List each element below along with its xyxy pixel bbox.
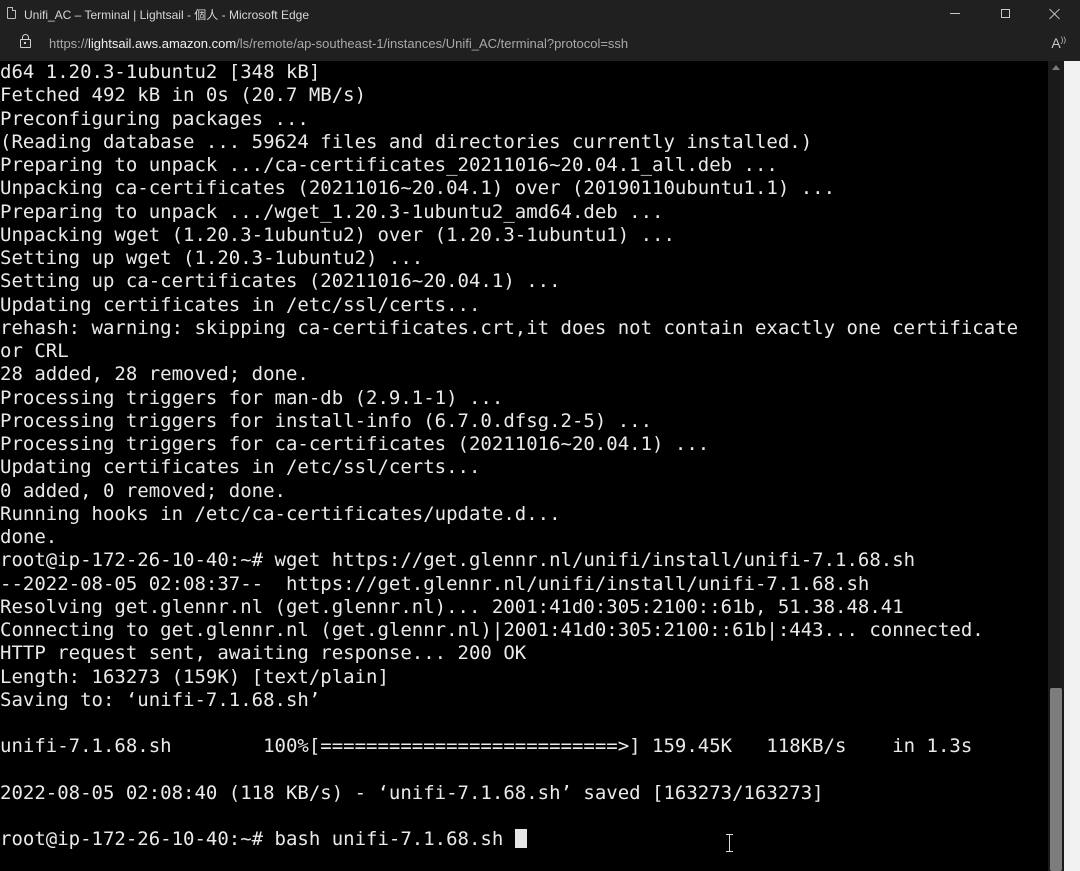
- page-gutter: [1064, 61, 1080, 871]
- lock-icon[interactable]: [20, 34, 31, 48]
- close-button[interactable]: [1030, 0, 1080, 27]
- terminal-line: Setting up wget (1.20.3-1ubuntu2) ...: [0, 247, 424, 269]
- terminal-line: Updating certificates in /etc/ssl/certs.…: [0, 456, 481, 479]
- read-aloud-icon[interactable]: A)): [1051, 35, 1066, 51]
- address-bar[interactable]: https://lightsail.aws.amazon.com/ls/remo…: [0, 27, 1080, 61]
- prompt-command: root@ip-172-26-10-40:~# bash unifi-7.1.6…: [0, 828, 515, 851]
- terminal-line: Processing triggers for ca-certificates …: [0, 433, 710, 455]
- terminal-line: done.: [0, 526, 58, 548]
- terminal-line: 2022-08-05 02:08:40 (118 KB/s) - ‘unifi-…: [0, 781, 824, 804]
- terminal-line: Connecting to get.glennr.nl (get.glennr.…: [0, 619, 984, 641]
- terminal-line: or CRL: [0, 340, 69, 362]
- terminal-line: Preparing to unpack .../ca-certificates_…: [0, 154, 778, 176]
- ibeam-cursor-icon: [726, 834, 734, 852]
- browser-window: Unifi_AC – Terminal | Lightsail - 個人 - M…: [0, 0, 1080, 871]
- window-controls: [930, 0, 1080, 27]
- minimize-button[interactable]: [930, 0, 980, 27]
- text-cursor: [514, 829, 527, 849]
- terminal-line: Processing triggers for man-db (2.9.1-1)…: [0, 386, 504, 409]
- page-icon: [7, 7, 16, 19]
- terminal-line: Fetched 492 kB in 0s (20.7 MB/s): [0, 84, 367, 107]
- terminal-line: Processing triggers for install-info (6.…: [0, 409, 653, 432]
- terminal-line: rehash: warning: skipping ca-certificate…: [0, 316, 1019, 339]
- terminal-line: Length: 163273 (159K) [text/plain]: [0, 665, 389, 688]
- window-title: Unifi_AC – Terminal | Lightsail - 個人 - M…: [24, 8, 309, 22]
- terminal-line: Unpacking wget (1.20.3-1ubuntu2) over (1…: [0, 223, 675, 246]
- terminal-prompt-line[interactable]: root@ip-172-26-10-40:~# bash unifi-7.1.6…: [0, 828, 1048, 851]
- minimize-icon: [950, 13, 960, 14]
- maximize-button[interactable]: [980, 0, 1030, 27]
- url-path: /ls/remote/ap-southeast-1/instances/Unif…: [236, 36, 629, 51]
- terminal-line: Running hooks in /etc/ca-certificates/up…: [0, 502, 561, 525]
- title-bar: Unifi_AC – Terminal | Lightsail - 個人 - M…: [0, 0, 1080, 27]
- terminal-line: 28 added, 28 removed; done.: [0, 363, 309, 386]
- terminal-line: Updating certificates in /etc/ssl/certs.…: [0, 293, 481, 316]
- terminal-scrollbar[interactable]: [1048, 61, 1064, 871]
- url-prefix: https://: [49, 36, 89, 51]
- terminal-lines: d64 1.20.3-1ubuntu2 [348 kB] Fetched 492 …: [0, 61, 1048, 828]
- terminal-line: Setting up ca-certificates (20211016~20.…: [0, 270, 561, 293]
- terminal-line: --2022-08-05 02:08:37-- https://get.glen…: [0, 572, 870, 595]
- terminal-line: 0 added, 0 removed; done.: [0, 479, 286, 502]
- terminal-line: Preparing to unpack .../wget_1.20.3-1ubu…: [0, 200, 664, 223]
- terminal-line: Preconfiguring packages ...: [0, 107, 309, 130]
- terminal-line: root@ip-172-26-10-40:~# wget https://get…: [0, 549, 916, 572]
- terminal-line: Unpacking ca-certificates (20211016~20.0…: [0, 177, 836, 200]
- terminal-line: Saving to: ‘unifi-7.1.68.sh’: [0, 688, 321, 711]
- url-text[interactable]: https://lightsail.aws.amazon.com/ls/remo…: [49, 36, 628, 51]
- url-host: lightsail.aws.amazon.com: [88, 36, 237, 51]
- terminal-line: HTTP request sent, awaiting response... …: [0, 642, 527, 665]
- scroll-up-arrow-icon[interactable]: [1052, 65, 1060, 70]
- terminal-line: Resolving get.glennr.nl (get.glennr.nl).…: [0, 595, 904, 618]
- maximize-icon: [1000, 9, 1010, 18]
- terminal-line: (Reading database ... 59624 files and di…: [0, 130, 813, 153]
- terminal-line: unifi-7.1.68.sh 100%[===================…: [0, 735, 973, 758]
- terminal-output[interactable]: d64 1.20.3-1ubuntu2 [348 kB] Fetched 492 …: [0, 61, 1048, 871]
- scroll-thumb[interactable]: [1050, 688, 1062, 871]
- close-icon: [1049, 8, 1061, 20]
- terminal-line: d64 1.20.3-1ubuntu2 [348 kB]: [0, 61, 321, 83]
